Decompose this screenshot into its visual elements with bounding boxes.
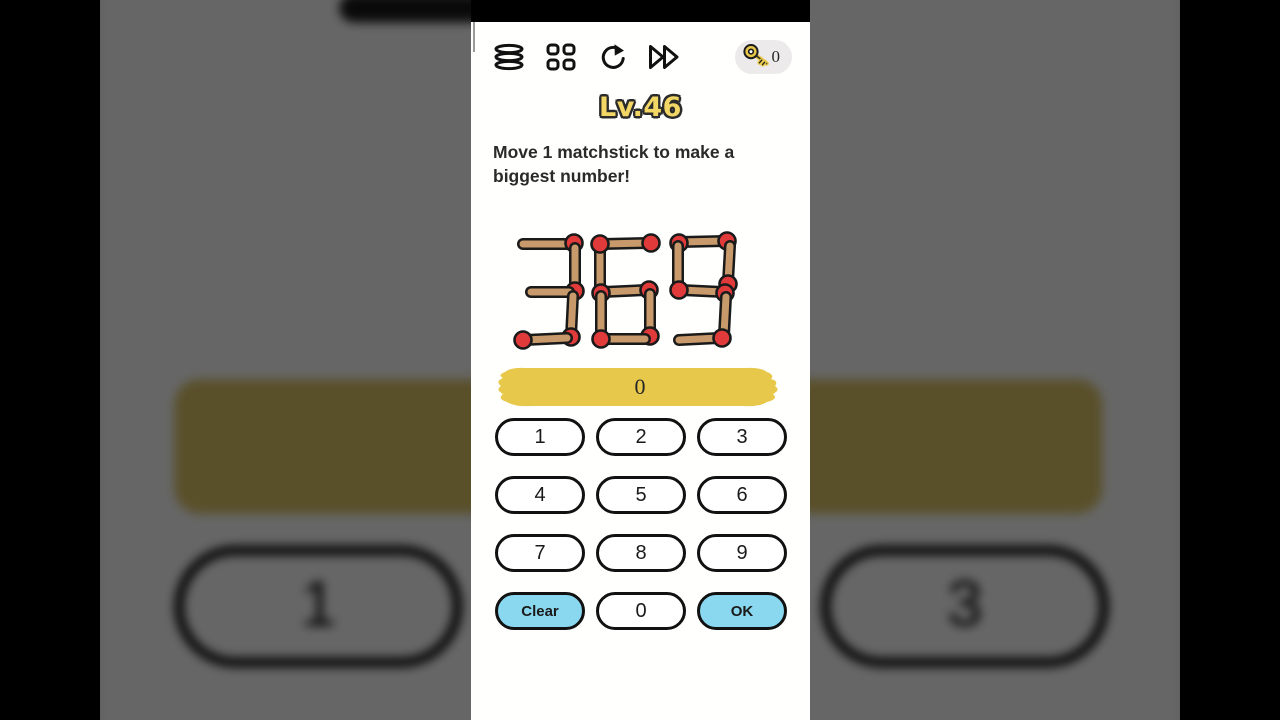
matchstick-number-369 (512, 231, 738, 350)
key-8[interactable]: 8 (596, 534, 686, 572)
skip-forward-icon[interactable] (645, 37, 685, 77)
top-toolbar: 0 (471, 28, 810, 86)
page-title: Lv.46 (471, 91, 810, 124)
key-count-label: 0 (771, 47, 781, 66)
restart-icon[interactable] (593, 37, 633, 77)
number-keypad: 1 2 3 4 5 6 7 8 9 Clear 0 OK (495, 418, 787, 630)
levels-grid-icon[interactable] (541, 37, 581, 77)
key-0[interactable]: 0 (596, 592, 686, 630)
key-clear[interactable]: Clear (495, 592, 585, 630)
key-5[interactable]: 5 (596, 476, 686, 514)
key-6[interactable]: 6 (697, 476, 787, 514)
letterbox-right (1180, 0, 1280, 720)
key-ok[interactable]: OK (697, 592, 787, 630)
menu-icon[interactable] (489, 37, 529, 77)
key-1[interactable]: 1 (495, 418, 585, 456)
key-3[interactable]: 3 (697, 418, 787, 456)
key-4[interactable]: 4 (495, 476, 585, 514)
level-label: Lv.46 (598, 91, 683, 124)
matchstick-puzzle[interactable] (471, 228, 810, 368)
instruction-text: Move 1 matchstick to make a biggest numb… (493, 142, 735, 186)
key-9[interactable]: 9 (697, 534, 787, 572)
status-bar (471, 0, 810, 22)
key-icon (742, 43, 770, 72)
game-screen-panel: 0 Lv.46 Move 1 matchstick to make a bigg… (471, 0, 810, 720)
answer-display: 0 (495, 366, 785, 408)
answer-value: 0 (634, 374, 646, 399)
key-7[interactable]: 7 (495, 534, 585, 572)
key-2[interactable]: 2 (596, 418, 686, 456)
letterbox-left (0, 0, 100, 720)
screenshot-root: Lv.46 Move 1 matchstick to make a bigges… (0, 0, 1280, 720)
key-counter[interactable]: 0 (734, 40, 792, 74)
